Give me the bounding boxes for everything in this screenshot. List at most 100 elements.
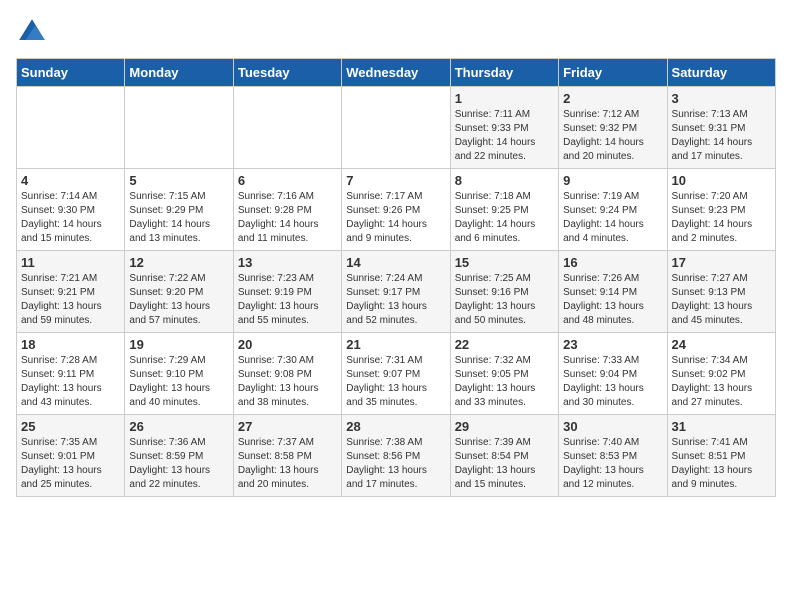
day-cell: 25 Sunrise: 7:35 AM Sunset: 9:01 PM Dayli… <box>17 415 125 497</box>
header-cell-tuesday: Tuesday <box>233 59 341 87</box>
day-cell: 1 Sunrise: 7:11 AM Sunset: 9:33 PM Daylig… <box>450 87 558 169</box>
day-cell: 17 Sunrise: 7:27 AM Sunset: 9:13 PM Dayli… <box>667 251 775 333</box>
day-cell: 11 Sunrise: 7:21 AM Sunset: 9:21 PM Dayli… <box>17 251 125 333</box>
header-cell-monday: Monday <box>125 59 233 87</box>
day-cell <box>17 87 125 169</box>
logo-icon <box>16 16 48 48</box>
week-row-1: 1 Sunrise: 7:11 AM Sunset: 9:33 PM Daylig… <box>17 87 776 169</box>
day-info: Sunrise: 7:30 AM Sunset: 9:08 PM Dayligh… <box>238 354 337 410</box>
week-row-3: 11 Sunrise: 7:21 AM Sunset: 9:21 PM Dayli… <box>17 251 776 333</box>
header-row: SundayMondayTuesdayWednesdayThursdayFrid… <box>17 59 776 87</box>
day-info: Sunrise: 7:35 AM Sunset: 9:01 PM Dayligh… <box>21 436 120 492</box>
day-info: Sunrise: 7:22 AM Sunset: 9:20 PM Dayligh… <box>129 272 228 328</box>
day-cell: 30Sunrise: 7:40 AM Sunset: 8:53 PM Dayli… <box>559 415 667 497</box>
week-row-5: 25 Sunrise: 7:35 AM Sunset: 9:01 PM Dayli… <box>17 415 776 497</box>
header-cell-wednesday: Wednesday <box>342 59 450 87</box>
day-info: Sunrise: 7:24 AM Sunset: 9:17 PM Dayligh… <box>346 272 445 328</box>
day-number: 15 <box>455 255 554 270</box>
day-info: Sunrise: 7:23 AM Sunset: 9:19 PM Dayligh… <box>238 272 337 328</box>
logo <box>16 16 52 48</box>
header-cell-sunday: Sunday <box>17 59 125 87</box>
day-cell: 7Sunrise: 7:17 AM Sunset: 9:26 PM Daylig… <box>342 169 450 251</box>
day-number: 23 <box>563 337 662 352</box>
day-number: 19 <box>129 337 228 352</box>
day-info: Sunrise: 7:26 AM Sunset: 9:14 PM Dayligh… <box>563 272 662 328</box>
day-cell: 21Sunrise: 7:31 AM Sunset: 9:07 PM Dayli… <box>342 333 450 415</box>
header-cell-thursday: Thursday <box>450 59 558 87</box>
day-info: Sunrise: 7:18 AM Sunset: 9:25 PM Dayligh… <box>455 190 554 246</box>
day-info: Sunrise: 7:32 AM Sunset: 9:05 PM Dayligh… <box>455 354 554 410</box>
day-number: 11 <box>21 255 120 270</box>
day-number: 1 <box>455 91 554 106</box>
day-cell: 10 Sunrise: 7:20 AM Sunset: 9:23 PM Dayli… <box>667 169 775 251</box>
day-number: 21 <box>346 337 445 352</box>
day-cell: 6 Sunrise: 7:16 AM Sunset: 9:28 PM Daylig… <box>233 169 341 251</box>
day-info: Sunrise: 7:28 AM Sunset: 9:11 PM Dayligh… <box>21 354 120 410</box>
calendar-table: SundayMondayTuesdayWednesdayThursdayFrid… <box>16 58 776 497</box>
header-cell-saturday: Saturday <box>667 59 775 87</box>
day-info: Sunrise: 7:16 AM Sunset: 9:28 PM Dayligh… <box>238 190 337 246</box>
day-number: 20 <box>238 337 337 352</box>
day-info: Sunrise: 7:13 AM Sunset: 9:31 PM Dayligh… <box>672 108 771 164</box>
day-number: 12 <box>129 255 228 270</box>
day-number: 27 <box>238 419 337 434</box>
calendar-body: 1 Sunrise: 7:11 AM Sunset: 9:33 PM Daylig… <box>17 87 776 497</box>
day-cell: 9 Sunrise: 7:19 AM Sunset: 9:24 PM Daylig… <box>559 169 667 251</box>
day-info: Sunrise: 7:41 AM Sunset: 8:51 PM Dayligh… <box>672 436 771 492</box>
day-info: Sunrise: 7:29 AM Sunset: 9:10 PM Dayligh… <box>129 354 228 410</box>
day-info: Sunrise: 7:39 AM Sunset: 8:54 PM Dayligh… <box>455 436 554 492</box>
day-cell <box>342 87 450 169</box>
day-info: Sunrise: 7:14 AM Sunset: 9:30 PM Dayligh… <box>21 190 120 246</box>
day-cell: 12 Sunrise: 7:22 AM Sunset: 9:20 PM Dayli… <box>125 251 233 333</box>
day-number: 31 <box>672 419 771 434</box>
page-header <box>16 16 776 48</box>
day-cell: 2Sunrise: 7:12 AM Sunset: 9:32 PM Daylig… <box>559 87 667 169</box>
day-cell: 22 Sunrise: 7:32 AM Sunset: 9:05 PM Dayli… <box>450 333 558 415</box>
day-number: 2 <box>563 91 662 106</box>
day-number: 10 <box>672 173 771 188</box>
day-cell: 19 Sunrise: 7:29 AM Sunset: 9:10 PM Dayli… <box>125 333 233 415</box>
day-number: 9 <box>563 173 662 188</box>
day-info: Sunrise: 7:15 AM Sunset: 9:29 PM Dayligh… <box>129 190 228 246</box>
day-info: Sunrise: 7:11 AM Sunset: 9:33 PM Dayligh… <box>455 108 554 164</box>
day-cell: 13 Sunrise: 7:23 AM Sunset: 9:19 PM Dayli… <box>233 251 341 333</box>
day-number: 7 <box>346 173 445 188</box>
day-info: Sunrise: 7:20 AM Sunset: 9:23 PM Dayligh… <box>672 190 771 246</box>
header-cell-friday: Friday <box>559 59 667 87</box>
day-cell: 26Sunrise: 7:36 AM Sunset: 8:59 PM Dayli… <box>125 415 233 497</box>
day-number: 25 <box>21 419 120 434</box>
day-number: 28 <box>346 419 445 434</box>
day-number: 6 <box>238 173 337 188</box>
day-cell <box>233 87 341 169</box>
day-info: Sunrise: 7:38 AM Sunset: 8:56 PM Dayligh… <box>346 436 445 492</box>
day-cell: 23 Sunrise: 7:33 AM Sunset: 9:04 PM Dayli… <box>559 333 667 415</box>
day-cell: 3 Sunrise: 7:13 AM Sunset: 9:31 PM Daylig… <box>667 87 775 169</box>
day-cell: 4 Sunrise: 7:14 AM Sunset: 9:30 PM Daylig… <box>17 169 125 251</box>
day-cell: 16Sunrise: 7:26 AM Sunset: 9:14 PM Dayli… <box>559 251 667 333</box>
day-number: 26 <box>129 419 228 434</box>
day-cell <box>125 87 233 169</box>
week-row-4: 18 Sunrise: 7:28 AM Sunset: 9:11 PM Dayli… <box>17 333 776 415</box>
day-number: 29 <box>455 419 554 434</box>
day-info: Sunrise: 7:34 AM Sunset: 9:02 PM Dayligh… <box>672 354 771 410</box>
day-info: Sunrise: 7:40 AM Sunset: 8:53 PM Dayligh… <box>563 436 662 492</box>
day-number: 18 <box>21 337 120 352</box>
day-cell: 31 Sunrise: 7:41 AM Sunset: 8:51 PM Dayli… <box>667 415 775 497</box>
day-number: 3 <box>672 91 771 106</box>
day-number: 8 <box>455 173 554 188</box>
day-cell: 15 Sunrise: 7:25 AM Sunset: 9:16 PM Dayli… <box>450 251 558 333</box>
day-number: 13 <box>238 255 337 270</box>
day-number: 17 <box>672 255 771 270</box>
day-cell: 18 Sunrise: 7:28 AM Sunset: 9:11 PM Dayli… <box>17 333 125 415</box>
day-info: Sunrise: 7:27 AM Sunset: 9:13 PM Dayligh… <box>672 272 771 328</box>
day-info: Sunrise: 7:21 AM Sunset: 9:21 PM Dayligh… <box>21 272 120 328</box>
day-number: 4 <box>21 173 120 188</box>
day-cell: 8 Sunrise: 7:18 AM Sunset: 9:25 PM Daylig… <box>450 169 558 251</box>
day-number: 5 <box>129 173 228 188</box>
day-info: Sunrise: 7:37 AM Sunset: 8:58 PM Dayligh… <box>238 436 337 492</box>
day-number: 22 <box>455 337 554 352</box>
day-cell: 20 Sunrise: 7:30 AM Sunset: 9:08 PM Dayli… <box>233 333 341 415</box>
day-info: Sunrise: 7:33 AM Sunset: 9:04 PM Dayligh… <box>563 354 662 410</box>
day-info: Sunrise: 7:25 AM Sunset: 9:16 PM Dayligh… <box>455 272 554 328</box>
day-info: Sunrise: 7:19 AM Sunset: 9:24 PM Dayligh… <box>563 190 662 246</box>
